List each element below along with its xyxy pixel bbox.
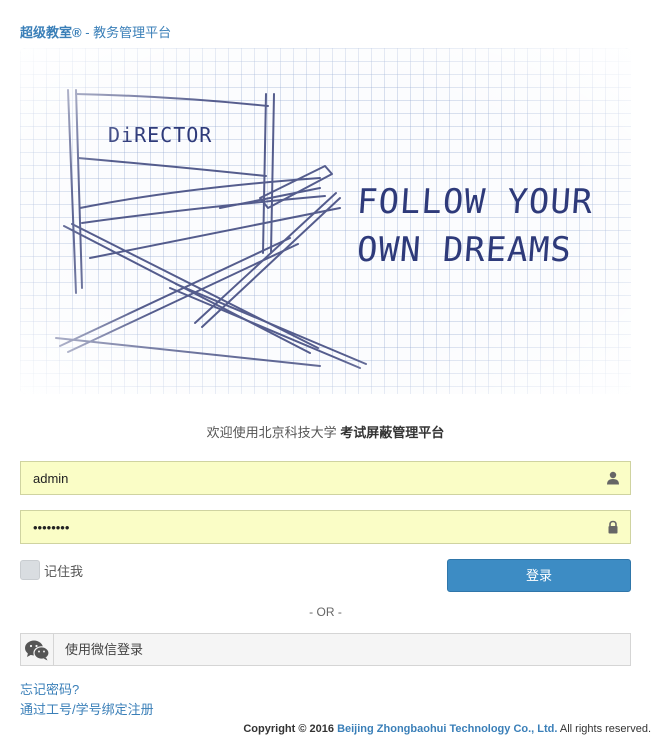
welcome-text: 欢迎使用北京科技大学 考试屏蔽管理平台 [0,422,651,441]
banner-slogan-line2: OWN DREAMS [355,230,574,270]
username-input[interactable] [21,462,630,494]
banner-image: DiRECTOR FOLLOW YOUR OWN DREAMS [20,48,631,394]
banner-slogan-line1: FOLLOW YOUR [355,182,595,222]
footer-copyright: Copyright © 2016 [243,723,334,735]
password-input[interactable] [21,511,630,543]
username-field[interactable] [20,461,631,495]
login-button[interactable]: 登录 [447,559,631,592]
brand-name: 超级教室 [20,25,73,40]
brand-reg: ® [72,25,82,40]
wechat-icon [21,634,54,665]
brand-subtitle: 教务管理平台 [93,25,172,40]
footer-rights: All rights reserved. [559,723,651,735]
welcome-highlight: 考试屏蔽管理平台 [340,425,445,440]
brand-header: 超级教室® - 教务管理平台 [20,22,171,41]
footer-company-link[interactable]: Beijing Zhongbaohui Technology Co., Ltd. [337,723,557,735]
remember-me[interactable]: 记住我 [20,560,83,580]
remember-checkbox[interactable] [20,560,40,580]
or-divider: - OR - [309,605,342,619]
forgot-password-link[interactable]: 忘记密码? [20,679,79,698]
footer: Copyright © 2016 Beijing Zhongbaohui Tec… [243,723,651,735]
user-icon [607,471,619,485]
password-field[interactable] [20,510,631,544]
welcome-prefix: 欢迎使用北京科技大学 [206,425,341,440]
wechat-login-button[interactable]: 使用微信登录 [20,633,631,666]
bind-register-link[interactable]: 通过工号/学号绑定注册 [20,699,154,718]
remember-label: 记住我 [44,563,84,579]
wechat-login-label: 使用微信登录 [65,642,144,657]
brand-separator: - [81,25,94,40]
chair-label: DiRECTOR [108,123,212,147]
lock-icon [608,520,618,534]
login-page: 超级教室® - 教务管理平台 DiRECTOR FOLLOW YOUR OWN … [0,0,651,738]
